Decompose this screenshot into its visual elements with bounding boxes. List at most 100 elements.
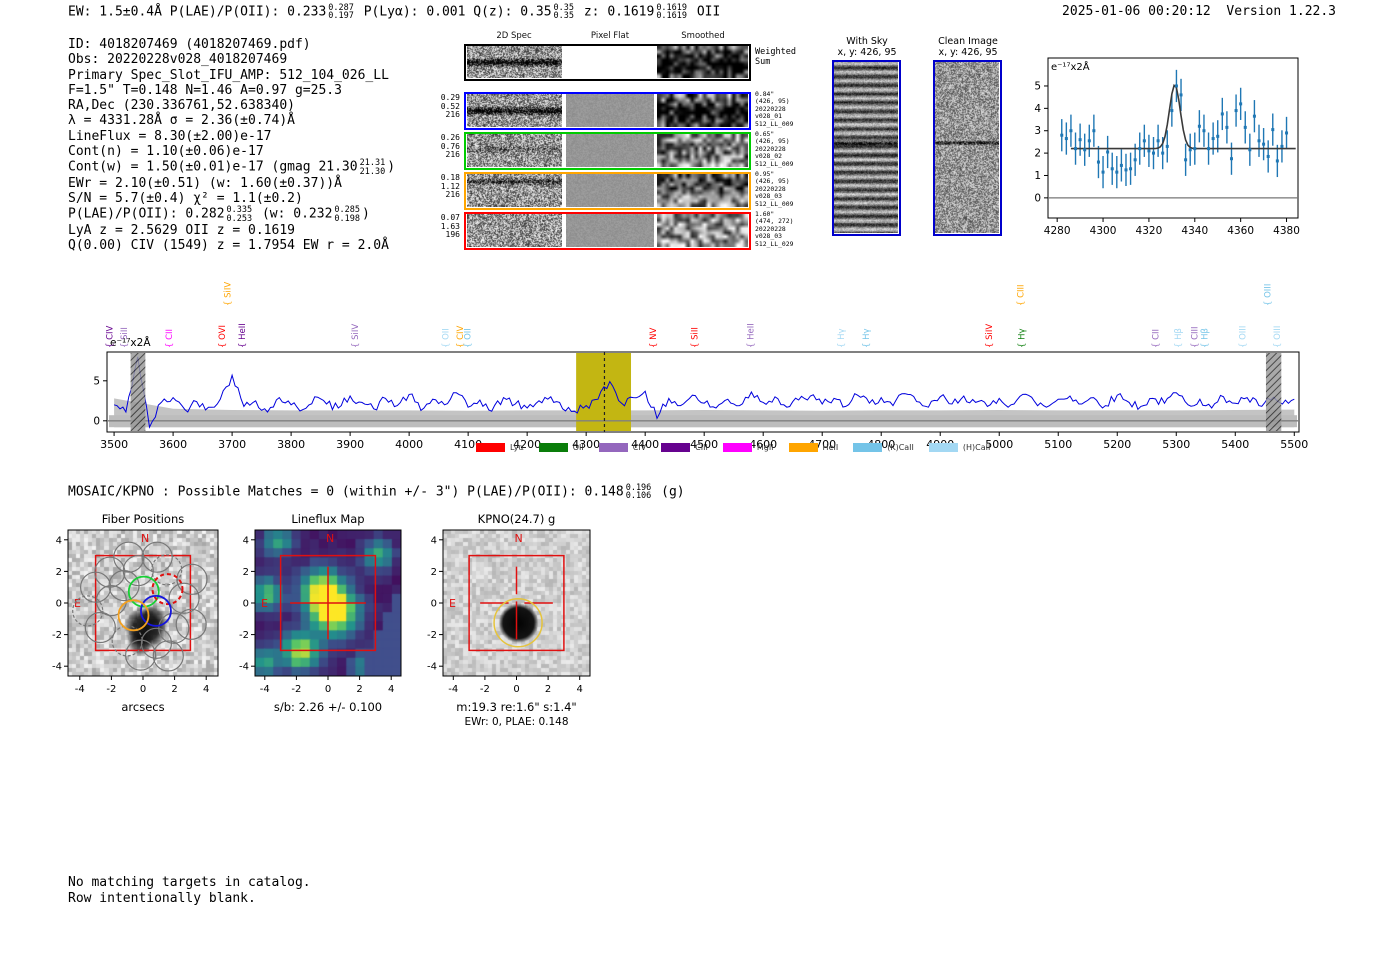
emission-line-label: { Hβ <box>1174 328 1184 348</box>
inset-units-label: e⁻¹⁷x2Å <box>1051 60 1090 73</box>
info-line: λ = 4331.28Å σ = 2.36(±0.74)Å <box>68 113 395 128</box>
weighted-sum-row <box>464 44 751 81</box>
main-ytick: 5 <box>93 375 100 387</box>
lineflux-map-ytick: 0 <box>243 599 249 610</box>
timestamp-version: 2025-01-06 00:20:12 Version 1.22.3 <box>1000 4 1336 19</box>
inset-xtick: 4320 <box>1136 225 1163 237</box>
info-text: EWr = 2.10(±0.51) (w: 1.60(±0.37))Å <box>68 176 342 191</box>
data-point <box>1239 102 1242 105</box>
full-spectrum-plot: 3500360037003800390040004100420043004400… <box>0 250 1400 465</box>
data-point <box>1115 171 1118 174</box>
data-point <box>1088 139 1091 142</box>
spec2d-image <box>467 214 562 247</box>
pixel-flat-image <box>566 174 654 207</box>
detection-highlight-band <box>576 353 631 431</box>
data-point <box>1271 128 1274 131</box>
data-point <box>1065 137 1068 140</box>
inset-xtick: 4380 <box>1273 225 1300 237</box>
info-fraction: 21.3121.30 <box>360 159 386 175</box>
legend-item: OII <box>539 443 584 452</box>
lineflux-map-xtick: -4 <box>260 684 270 695</box>
fiber-positions-xtick: -2 <box>106 684 116 695</box>
detection-info-block: ID: 4018207469 (4018207469.pdf)Obs: 2022… <box>68 37 395 253</box>
emission-line-label: { SiIV <box>351 324 361 348</box>
info-line: S/N = 5.7(±0.4) χ² = 1.1(±0.2) <box>68 191 395 206</box>
data-point <box>1097 161 1100 164</box>
data-point <box>1069 129 1072 132</box>
legend-swatch <box>789 443 818 452</box>
info-line: Cont(w) = 1.50(±0.01)e-17 (gmag 21.3021.… <box>68 159 395 175</box>
inset-ytick: 5 <box>1034 80 1041 92</box>
cutout-row-meta: 0.84"(426, 95)20220228v028_01512_LL_009 <box>755 91 793 128</box>
full-spectrum-svg: 3500360037003800390040004100420043004400… <box>0 250 1400 465</box>
inset-ytick: 4 <box>1034 103 1041 115</box>
aperture-circle <box>494 599 542 647</box>
data-point <box>1161 152 1164 155</box>
lineflux-map-ytick: 4 <box>243 535 249 546</box>
data-point <box>1280 145 1283 148</box>
cutout-row <box>464 172 751 210</box>
smoothed-image <box>657 214 748 247</box>
data-point <box>1180 93 1183 96</box>
inset-xtick: 4280 <box>1044 225 1071 237</box>
smoothed-image <box>657 46 748 78</box>
data-point <box>1230 157 1233 160</box>
data-point <box>1092 129 1095 132</box>
inset-xtick: 4340 <box>1181 225 1208 237</box>
emission-line-label: { OIII <box>1238 326 1248 348</box>
line-fit-svg: 428043004320434043604380012345e⁻¹⁷x2Å <box>1030 50 1340 240</box>
legend-item: (K)CaII <box>853 443 914 452</box>
emission-line-label: { NV <box>649 328 659 348</box>
cutout-row-stats: 0.260.76216 <box>420 134 460 160</box>
legend-item: MgII <box>723 443 774 452</box>
masked-region <box>1266 353 1281 431</box>
fiber-circle <box>176 609 206 639</box>
main-xtick: 5100 <box>1044 438 1072 451</box>
cutout-row <box>464 212 751 250</box>
emission-line-label: { OIII <box>1273 326 1283 348</box>
legend-swatch <box>599 443 628 452</box>
emission-line-label: { OII <box>442 328 452 348</box>
fiber-positions-ytick: 2 <box>56 567 62 578</box>
report-version: Version 1.22.3 <box>1226 4 1336 19</box>
main-xtick: 3900 <box>336 438 364 451</box>
kpno-image-xtick: 4 <box>577 684 583 695</box>
main-xtick: 5400 <box>1221 438 1249 451</box>
smoothed-image <box>657 174 748 207</box>
data-point <box>1244 126 1247 129</box>
kpno-image-xtick: 2 <box>545 684 551 695</box>
fiber-circle <box>142 542 172 572</box>
kpno-image-panel: KPNO(24.7) g-4-2024420-2-4NEm:19.3 re:1.… <box>410 512 640 752</box>
east-label: E <box>449 597 456 610</box>
emission-line-label: { CII <box>1152 329 1162 348</box>
cutout-row-meta: 1.60"(474, 272)20220228v028_03512_LL_029 <box>755 211 793 248</box>
cutout-row-stats: 0.071.63196 <box>420 214 460 240</box>
info-text: ID: 4018207469 (4018207469.pdf) <box>68 37 311 52</box>
main-xtick: 5200 <box>1103 438 1131 451</box>
selected-fiber-orange <box>119 600 149 630</box>
kpno-image-ytick: -4 <box>427 662 437 673</box>
east-label: E <box>74 597 81 610</box>
data-point <box>1083 148 1086 151</box>
inset-plot-box <box>1048 58 1298 218</box>
info-text: λ = 4331.28Å σ = 2.36(±0.74)Å <box>68 113 295 128</box>
kpno-image-xlabel: EWr: 0, PLAE: 0.148 <box>413 716 620 728</box>
legend-swatch <box>661 443 690 452</box>
cutout-row <box>464 132 751 170</box>
kpno-image-ytick: 4 <box>431 535 437 546</box>
line-fit-plot: 428043004320434043604380012345e⁻¹⁷x2Å <box>1030 50 1340 240</box>
info-text: P(LAE)/P(OII): 0.282 <box>68 207 225 222</box>
legend-swatch <box>539 443 568 452</box>
data-point <box>1134 158 1137 161</box>
inset-ytick: 0 <box>1034 192 1041 204</box>
main-xtick: 3700 <box>218 438 246 451</box>
cutout-row <box>464 92 751 130</box>
main-xtick: 3500 <box>100 438 128 451</box>
info-line: F=1.5" T=0.148 N=1.46 A=0.97 g=25.3 <box>68 83 395 98</box>
data-point <box>1120 164 1123 167</box>
lineflux-map-xtick: -2 <box>291 684 301 695</box>
data-point <box>1170 109 1173 112</box>
emission-line-label: { Hγ <box>1018 328 1028 348</box>
legend-item: (H)CaII <box>929 443 990 452</box>
inset-ytick: 1 <box>1034 170 1041 182</box>
